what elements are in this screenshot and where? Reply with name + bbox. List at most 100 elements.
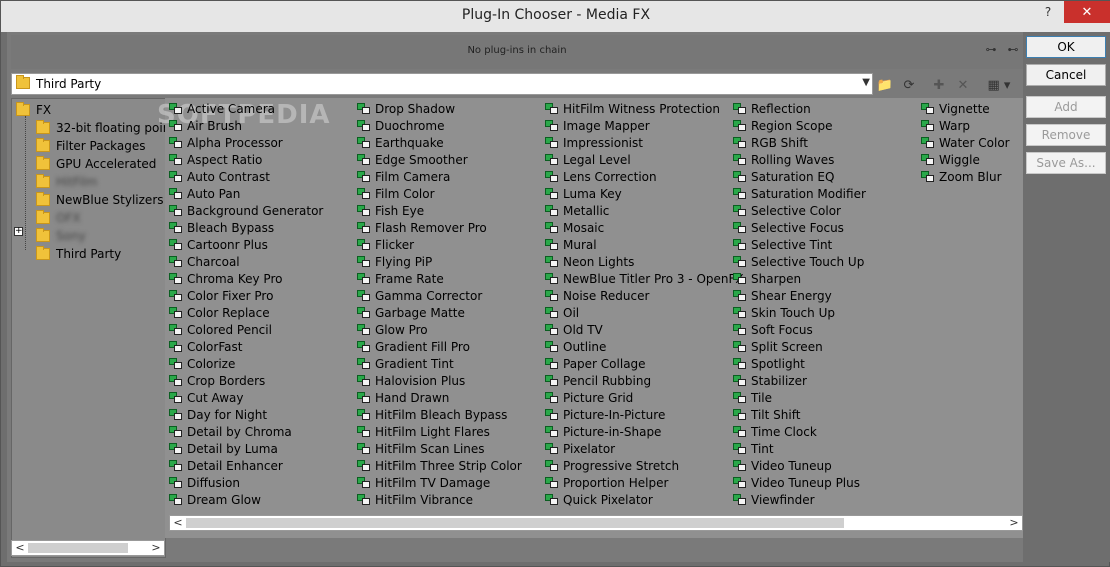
- plugin-item[interactable]: Gamma Corrector: [357, 287, 482, 304]
- tree-item[interactable]: OFX: [36, 209, 81, 226]
- plugin-item[interactable]: Color Fixer Pro: [169, 287, 273, 304]
- folder-up-icon[interactable]: 📁: [875, 75, 895, 95]
- plugin-item[interactable]: Gradient Tint: [357, 355, 454, 372]
- plugin-item[interactable]: HitFilm Light Flares: [357, 423, 490, 440]
- plugin-item[interactable]: Legal Level: [545, 151, 631, 168]
- close-button[interactable]: ✕: [1064, 1, 1110, 23]
- plugin-item[interactable]: NewBlue Titler Pro 3 - OpenFX: [545, 270, 744, 287]
- plugin-item[interactable]: Tile: [733, 389, 772, 406]
- plugin-item[interactable]: Air Brush: [169, 117, 242, 134]
- remove-button[interactable]: Remove: [1026, 124, 1106, 146]
- plugin-item[interactable]: Region Scope: [733, 117, 832, 134]
- plugin-item[interactable]: Colored Pencil: [169, 321, 272, 338]
- plugin-item[interactable]: Colorize: [169, 355, 235, 372]
- plugin-item[interactable]: Split Screen: [733, 338, 823, 355]
- plugin-item[interactable]: Garbage Matte: [357, 304, 465, 321]
- plugin-item[interactable]: Cartoonr Plus: [169, 236, 268, 253]
- new-folder-icon[interactable]: ✚: [929, 75, 949, 95]
- plugin-item[interactable]: HitFilm Witness Protection: [545, 100, 720, 117]
- plugin-item[interactable]: Noise Reducer: [545, 287, 649, 304]
- plugin-item[interactable]: Detail by Luma: [169, 440, 278, 457]
- plugin-item[interactable]: Zoom Blur: [921, 168, 1002, 185]
- plugin-item[interactable]: Frame Rate: [357, 270, 444, 287]
- plugin-item[interactable]: Detail by Chroma: [169, 423, 292, 440]
- plugin-item[interactable]: Chroma Key Pro: [169, 270, 282, 287]
- plugin-item[interactable]: Soft Focus: [733, 321, 813, 338]
- chain-move-left-icon[interactable]: ⊶: [983, 43, 999, 57]
- plugin-item[interactable]: Reflection: [733, 100, 811, 117]
- plugin-item[interactable]: Aspect Ratio: [169, 151, 262, 168]
- scroll-left-icon[interactable]: <: [12, 541, 28, 555]
- tree-item[interactable]: GPU Accelerated: [36, 155, 156, 172]
- plugin-item[interactable]: Picture-In-Picture: [545, 406, 665, 423]
- plugin-item[interactable]: Vignette: [921, 100, 990, 117]
- plugin-item[interactable]: Spotlight: [733, 355, 805, 372]
- plugin-item[interactable]: Quick Pixelator: [545, 491, 653, 508]
- plugin-item[interactable]: Flicker: [357, 236, 414, 253]
- plugin-item[interactable]: Luma Key: [545, 185, 622, 202]
- plugin-item[interactable]: Bleach Bypass: [169, 219, 274, 236]
- plugin-item[interactable]: HitFilm Bleach Bypass: [357, 406, 507, 423]
- ok-button[interactable]: OK: [1026, 36, 1106, 58]
- plugin-item[interactable]: Cut Away: [169, 389, 244, 406]
- plugin-item[interactable]: Selective Touch Up: [733, 253, 864, 270]
- plugin-item[interactable]: Dream Glow: [169, 491, 261, 508]
- scroll-right-icon[interactable]: >: [1006, 516, 1022, 530]
- plugin-item[interactable]: HitFilm TV Damage: [357, 474, 490, 491]
- plugin-item[interactable]: Warp: [921, 117, 970, 134]
- plugin-item[interactable]: Fish Eye: [357, 202, 424, 219]
- plugin-item[interactable]: Color Replace: [169, 304, 270, 321]
- plugin-item[interactable]: Mosaic: [545, 219, 604, 236]
- plugin-item[interactable]: Alpha Processor: [169, 134, 283, 151]
- plugin-item[interactable]: Charcoal: [169, 253, 240, 270]
- refresh-icon[interactable]: ⟳: [899, 75, 919, 95]
- plugin-item[interactable]: Mural: [545, 236, 597, 253]
- plugin-item[interactable]: Paper Collage: [545, 355, 646, 372]
- plugin-item[interactable]: Hand Drawn: [357, 389, 449, 406]
- plugin-item[interactable]: Neon Lights: [545, 253, 634, 270]
- plugin-item[interactable]: Metallic: [545, 202, 609, 219]
- scroll-thumb[interactable]: [186, 518, 844, 528]
- view-options-icon[interactable]: ▦ ▾: [983, 75, 1015, 95]
- plugin-item[interactable]: Shear Energy: [733, 287, 832, 304]
- plugin-item[interactable]: Saturation EQ: [733, 168, 834, 185]
- plugin-item[interactable]: Earthquake: [357, 134, 444, 151]
- plugin-item[interactable]: Pencil Rubbing: [545, 372, 651, 389]
- help-button[interactable]: ?: [1035, 1, 1061, 23]
- plugin-item[interactable]: Film Color: [357, 185, 435, 202]
- plugin-item[interactable]: Glow Pro: [357, 321, 428, 338]
- plugin-item[interactable]: Tilt Shift: [733, 406, 800, 423]
- plugin-item[interactable]: Rolling Waves: [733, 151, 834, 168]
- plugin-item[interactable]: Sharpen: [733, 270, 801, 287]
- plugin-item[interactable]: Picture-in-Shape: [545, 423, 661, 440]
- plugin-item[interactable]: Wiggle: [921, 151, 980, 168]
- category-tree[interactable]: FX 32-bit floating point Filter Packages G…: [11, 98, 175, 558]
- plugin-item[interactable]: Active Camera: [169, 100, 275, 117]
- plugin-item[interactable]: Picture Grid: [545, 389, 633, 406]
- plugin-item[interactable]: Impressionist: [545, 134, 643, 151]
- plugin-item[interactable]: Outline: [545, 338, 606, 355]
- tree-item[interactable]: Third Party: [36, 245, 121, 262]
- plugin-item[interactable]: Lens Correction: [545, 168, 657, 185]
- plugin-item[interactable]: HitFilm Scan Lines: [357, 440, 485, 457]
- plugin-item[interactable]: Crop Borders: [169, 372, 265, 389]
- plugin-item[interactable]: Background Generator: [169, 202, 323, 219]
- plugin-item[interactable]: Skin Touch Up: [733, 304, 835, 321]
- save-as-button[interactable]: Save As...: [1026, 152, 1106, 174]
- chain-move-right-icon[interactable]: ⊷: [1005, 43, 1021, 57]
- plugin-item[interactable]: Saturation Modifier: [733, 185, 866, 202]
- plugin-item[interactable]: Flying PiP: [357, 253, 432, 270]
- tree-item-root[interactable]: FX: [16, 101, 51, 118]
- plugin-item[interactable]: Auto Contrast: [169, 168, 270, 185]
- plugin-item[interactable]: Selective Focus: [733, 219, 844, 236]
- plugin-item[interactable]: Water Color: [921, 134, 1010, 151]
- plugin-item[interactable]: Proportion Helper: [545, 474, 668, 491]
- plugin-item[interactable]: Stabilizer: [733, 372, 807, 389]
- plugin-item[interactable]: Detail Enhancer: [169, 457, 283, 474]
- tree-item[interactable]: HitFilm: [36, 173, 97, 190]
- plugin-item[interactable]: Drop Shadow: [357, 100, 455, 117]
- delete-icon[interactable]: ✕: [953, 75, 973, 95]
- scroll-left-icon[interactable]: <: [170, 516, 186, 530]
- plugin-item[interactable]: Progressive Stretch: [545, 457, 679, 474]
- plugin-item[interactable]: Gradient Fill Pro: [357, 338, 470, 355]
